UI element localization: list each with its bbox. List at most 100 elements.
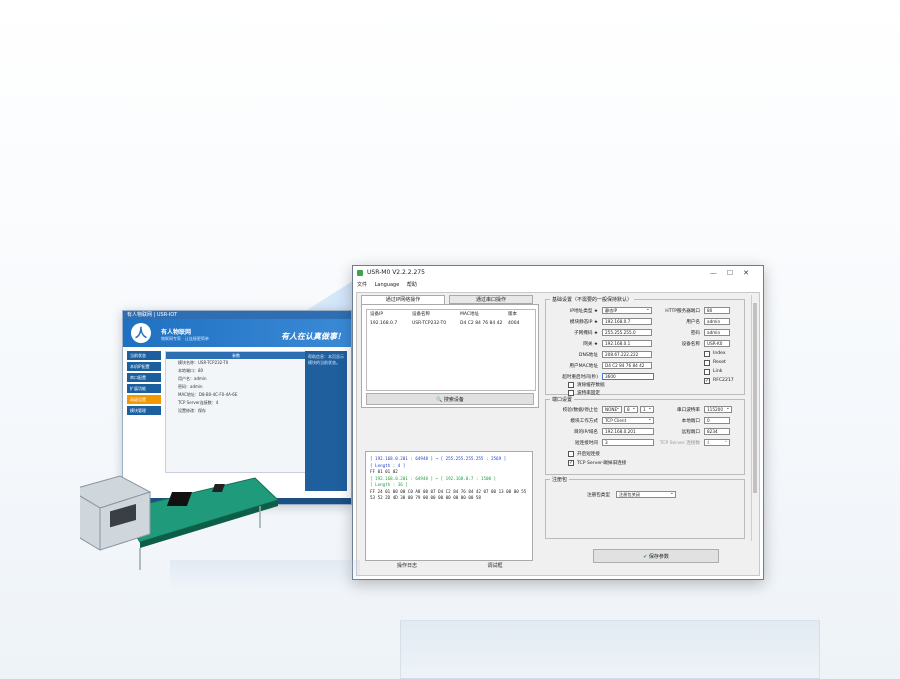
short-conn-label: 开启短连接	[577, 452, 600, 457]
index-checkbox[interactable]	[704, 351, 710, 357]
device-ip: 192.168.0.7	[370, 321, 398, 326]
mask-label: 子网掩码 ★	[574, 331, 598, 336]
baud-select[interactable]: 115200	[704, 406, 732, 413]
operation-log[interactable]: [ 192.168.0.201 : 64948 ] → [ 255.255.25…	[365, 451, 533, 561]
content-row: 本地端口：80	[178, 368, 204, 373]
usr-m0-window: USR-M0 V2.2.2.275 —☐✕ 文件 Language 帮助 通过I…	[352, 265, 764, 580]
work-mode-select[interactable]: TCP Client	[602, 417, 654, 424]
clear-cache-label: 清除缓存数据	[577, 383, 605, 388]
col-version: 版本	[508, 312, 517, 317]
static-ip-field[interactable]: 192.168.0.7	[602, 318, 652, 325]
close-icon[interactable]: ✕	[743, 269, 759, 277]
save-params-button[interactable]: ✔ 保存参数	[593, 549, 719, 563]
register-title: 注册包	[550, 476, 570, 483]
sidebar-item[interactable]: 当前状态	[127, 351, 161, 360]
timeout-label: 超时重启时间(秒)	[562, 375, 598, 380]
ip-type-select[interactable]: 静态IP	[602, 307, 652, 314]
sidebar-item[interactable]: 扩展功能	[127, 384, 161, 393]
password-field[interactable]: admin	[704, 329, 730, 336]
app-icon	[357, 270, 363, 276]
browser-reflection	[170, 560, 360, 590]
bottom-tabs: 操作日志 调试框	[365, 562, 533, 571]
server-conn-select[interactable]: 4	[704, 439, 730, 446]
short-conn-time-field[interactable]: 3	[602, 439, 654, 446]
username-label: 用户名	[686, 320, 700, 325]
mac-label: 用户MAC地址	[569, 364, 598, 369]
link-checkbox[interactable]	[704, 369, 710, 375]
device-mac: D4 C2 84 76 84 42	[460, 321, 503, 326]
serial-settings-group: 端口设置 校验/数据/停止位 NONE 8 1 串口波特率 115200 模块工…	[545, 396, 745, 475]
remote-port-field[interactable]: 8234	[704, 428, 730, 435]
brand-subtitle: 物联网专家 · 让连接更简单	[161, 336, 209, 341]
gateway-field[interactable]: 192.168.0.1	[602, 340, 652, 347]
register-group: 注册包 注册包类型 注册包关闭	[545, 476, 745, 539]
databits-select[interactable]: 8	[624, 406, 638, 413]
password-label: 密码	[690, 331, 700, 336]
tab-ip-network[interactable]: 通过IP网络操作	[361, 295, 445, 304]
window-title: USR-M0 V2.2.2.275	[367, 269, 425, 276]
http-port-field[interactable]: 80	[704, 307, 730, 314]
window-reflection	[400, 620, 820, 679]
device-name-label: 设备名称	[681, 342, 700, 347]
log-line: FF 24 01 00 00 C0 A8 00 07 D4 C2 84 76 8…	[370, 488, 527, 501]
op-tabs: 通过IP网络操作 通过串口操作	[361, 295, 539, 304]
browser-header: 人 有人物联网 物联网专家 · 让连接更简单 有人在认真做事！	[123, 319, 351, 347]
tab-serial[interactable]: 通过串口操作	[449, 295, 533, 304]
remote-ip-field[interactable]: 192.168.0.201	[602, 428, 654, 435]
sidebar-item-active[interactable]: 高级设置	[127, 395, 161, 404]
menu-bar: 文件 Language 帮助	[353, 280, 763, 290]
window-body: 通过IP网络操作 通过串口操作 设备IP 设备名称 MAC地址 版本 192.1…	[356, 292, 760, 576]
basic-settings-group: 基础设置（不需要的一般保持默认） IP地址类型 ★ 静态IP 模块静态IP ★ …	[545, 296, 745, 396]
sidebar-item[interactable]: 串口配置	[127, 373, 161, 382]
col-name: 设备名称	[412, 312, 430, 317]
search-device-button[interactable]: 🔍 搜索设备	[366, 393, 534, 405]
ip-type-label: IP地址类型 ★	[569, 309, 598, 314]
content-row: 模块名称：USR-TCP232-T0	[178, 360, 229, 365]
device-list: 设备IP 设备名称 MAC地址 版本 192.168.0.7 USR-TCP23…	[366, 309, 536, 391]
kick-old-checkbox[interactable]: ✓	[568, 460, 574, 466]
device-row[interactable]: 192.168.0.7 USR-TCP232-T0 D4 C2 84 76 84…	[367, 319, 535, 328]
baud-label: 串口波特率	[677, 408, 700, 413]
reset-checkbox[interactable]	[704, 360, 710, 366]
search-device-label: 搜索设备	[443, 397, 464, 403]
sidebar-item[interactable]: 本机IP配置	[127, 362, 161, 371]
device-list-header: 设备IP 设备名称 MAC地址 版本	[367, 310, 535, 319]
clear-cache-checkbox[interactable]	[568, 382, 574, 388]
rfc2217-checkbox[interactable]: ✓	[704, 378, 710, 384]
parity-label: 校验/数据/停止位	[562, 408, 598, 413]
remote-ip-label: 目的IP/域名	[573, 430, 598, 435]
rfc2217-label: RFC2217	[713, 378, 734, 383]
menu-file[interactable]: 文件	[357, 282, 367, 288]
gateway-label: 网关 ★	[583, 342, 598, 347]
menu-language[interactable]: Language	[375, 282, 400, 288]
stopbits-select[interactable]: 1	[640, 406, 654, 413]
timeout-field[interactable]: 3600	[602, 373, 654, 380]
work-mode-label: 模块工作方式	[570, 419, 598, 424]
brand-name: 有人物联网	[161, 329, 192, 336]
tab-op-log[interactable]: 操作日志	[365, 562, 449, 571]
dns-field[interactable]: 208.67.222.222	[602, 351, 652, 358]
short-conn-checkbox[interactable]	[568, 451, 574, 457]
server-conn-label: TCP Server 连接数	[659, 441, 700, 446]
window-titlebar[interactable]: USR-M0 V2.2.2.275 —☐✕	[353, 266, 763, 280]
settings-scrollbar[interactable]	[751, 295, 759, 541]
serial-settings-title: 端口设置	[550, 396, 575, 403]
register-type-select[interactable]: 注册包关闭	[616, 491, 676, 498]
menu-help[interactable]: 帮助	[407, 282, 417, 288]
mask-field[interactable]: 255.255.255.0	[602, 329, 652, 336]
local-port-field[interactable]: 0	[704, 417, 730, 424]
username-field[interactable]: admin	[704, 318, 730, 325]
parity-select[interactable]: NONE	[602, 406, 622, 413]
mac-field[interactable]: D4 C2 84 76 84 42	[602, 362, 652, 369]
settings-pane: 基础设置（不需要的一般保持默认） IP地址类型 ★ 静态IP 模块静态IP ★ …	[545, 295, 759, 573]
scrollbar-thumb[interactable]	[753, 303, 757, 493]
minimize-icon[interactable]: —	[710, 269, 727, 277]
device-name-field[interactable]: USR-K0	[704, 340, 730, 347]
browser-content: 参数 模块名称：USR-TCP232-T0 本地端口：80 用户名：admin …	[165, 351, 307, 473]
tab-debug[interactable]: 调试框	[453, 562, 537, 571]
sidebar-item[interactable]: 模块管理	[127, 406, 161, 415]
content-row: MAC地址：D8-B0-4C-F0-4A-6E	[178, 392, 238, 397]
maximize-icon[interactable]: ☐	[727, 269, 743, 277]
index-label: Index	[713, 351, 726, 356]
link-label: Link	[713, 369, 723, 374]
